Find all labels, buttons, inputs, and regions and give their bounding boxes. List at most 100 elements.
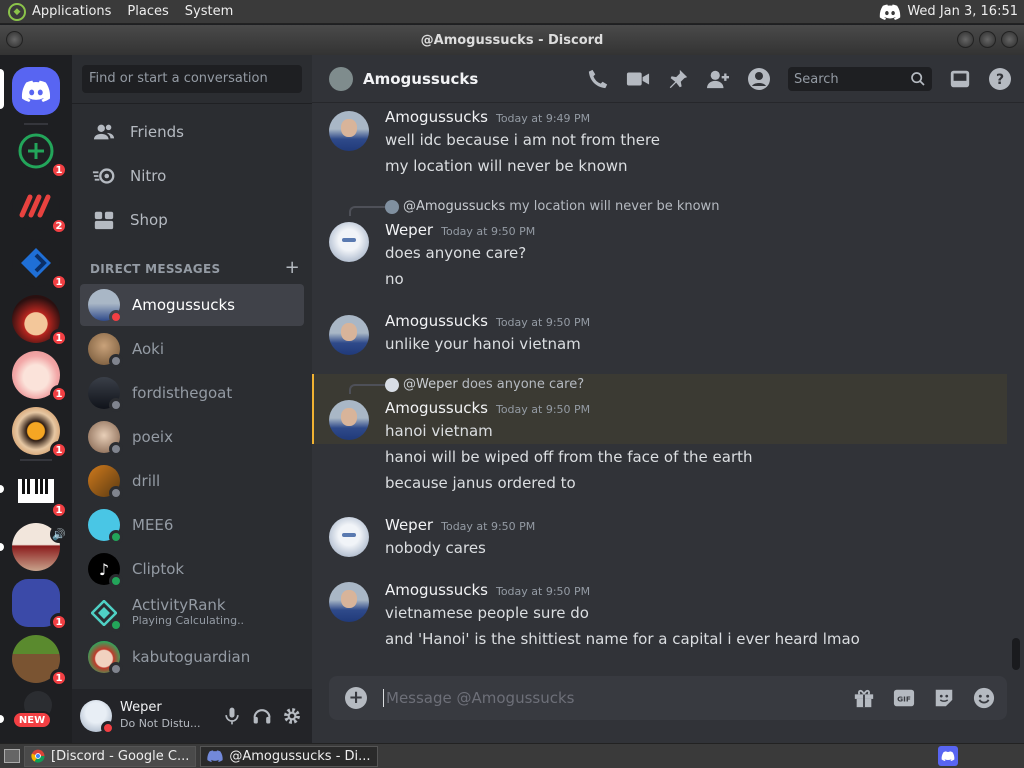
speaker-icon: 🔊	[50, 525, 68, 543]
dm-item[interactable]: drill	[80, 460, 304, 502]
server-item[interactable]: 1	[12, 407, 68, 459]
reply-preview[interactable]: @Weper does anyone care?	[385, 377, 584, 392]
dm-item[interactable]: Aoki	[80, 328, 304, 370]
dm-item[interactable]: ActivityRank Playing Calculating..	[80, 592, 304, 634]
message-author[interactable]: Weper Today at 9:50 PM	[385, 516, 535, 534]
reply-text: does anyone care?	[461, 377, 585, 392]
maximize-button[interactable]	[979, 31, 996, 48]
message-composer[interactable]: + Message @Amogussucks GIF	[329, 676, 1007, 720]
reply-text: my location will never be known	[509, 199, 720, 214]
svg-text:?: ?	[996, 72, 1004, 88]
avatar[interactable]	[329, 222, 369, 262]
avatar[interactable]	[329, 111, 369, 151]
help-icon[interactable]: ?	[988, 67, 1012, 91]
find-conversation-input[interactable]: Find or start a conversation	[82, 65, 302, 93]
dm-item[interactable]: fordisthegoat	[80, 372, 304, 414]
avatar[interactable]	[329, 582, 369, 622]
user-status: Do Not Distu...	[120, 717, 201, 730]
avatar[interactable]	[329, 517, 369, 557]
avatar	[88, 597, 123, 632]
search-icon	[911, 72, 925, 86]
discord-logo-icon	[21, 80, 51, 102]
reply-spine	[349, 384, 385, 394]
message-author[interactable]: Amogussucks Today at 9:50 PM	[385, 581, 590, 599]
settings-gear-icon[interactable]	[282, 706, 302, 726]
message-author[interactable]: Amogussucks Today at 9:50 PM	[385, 312, 590, 330]
online-status-icon	[109, 530, 123, 544]
server-item[interactable]: 1	[12, 239, 68, 291]
reply-preview[interactable]: @Amogussucks my location will never be k…	[385, 199, 719, 214]
offline-status-icon	[109, 442, 123, 456]
avatar	[88, 509, 123, 544]
dm-item[interactable]: Amogussucks	[80, 284, 304, 326]
server-item[interactable]: 1	[12, 467, 68, 519]
message-author[interactable]: Weper Today at 9:50 PM	[385, 221, 535, 239]
workspace-discord-icon[interactable]	[938, 746, 958, 766]
avatar	[88, 333, 123, 368]
server-item[interactable]: 2	[12, 183, 68, 235]
message-input[interactable]: Message @Amogussucks	[383, 689, 574, 707]
discord-tray-icon[interactable]	[879, 3, 901, 20]
message-text: well idc because i am not from there	[385, 131, 661, 149]
dm-item[interactable]: poeix	[80, 416, 304, 458]
new-badge[interactable]: NEW	[12, 711, 52, 729]
server-item[interactable]: 1	[12, 127, 68, 179]
server-item[interactable]: 1	[12, 635, 68, 687]
menu-system[interactable]: System	[185, 4, 233, 19]
dm-name: ActivityRank	[132, 596, 226, 614]
inbox-icon[interactable]	[949, 68, 971, 90]
message-author[interactable]: Amogussucks Today at 9:50 PM	[385, 399, 590, 417]
taskbar-task[interactable]: @Amogussucks - Di...	[200, 745, 378, 767]
gif-icon[interactable]: GIF	[893, 687, 915, 709]
nav-friends[interactable]: Friends	[80, 111, 304, 153]
avatar[interactable]	[329, 315, 369, 355]
offline-status-icon	[109, 354, 123, 368]
avatar	[88, 289, 123, 324]
message-text: vietnamese people sure do	[385, 604, 589, 622]
scrollbar[interactable]	[1012, 638, 1020, 670]
minimize-button[interactable]	[957, 31, 974, 48]
clock[interactable]: Wed Jan 3, 16:51	[907, 4, 1018, 19]
add-friend-icon[interactable]	[706, 68, 730, 90]
dm-item[interactable]: kabutoguardian	[80, 636, 304, 678]
emoji-icon[interactable]	[973, 687, 995, 709]
taskbar-task[interactable]: [Discord - Google C...	[24, 745, 197, 767]
unread-indicator	[0, 715, 4, 723]
message-text: my location will never be known	[385, 157, 628, 175]
microphone-icon[interactable]	[222, 706, 242, 726]
close-button[interactable]	[1001, 31, 1018, 48]
server-item[interactable]: 1	[12, 351, 68, 403]
headphones-icon[interactable]	[252, 706, 272, 726]
video-call-icon[interactable]	[626, 68, 650, 90]
menu-applications[interactable]: Applications	[32, 4, 111, 19]
user-profile-icon[interactable]	[747, 67, 771, 91]
server-item[interactable]: 1	[12, 295, 68, 347]
create-dm-button[interactable]: +	[285, 259, 300, 277]
menu-places[interactable]: Places	[127, 4, 168, 19]
mint-menu-icon[interactable]: ◆	[8, 2, 26, 21]
avatar[interactable]	[329, 66, 353, 91]
voice-call-icon[interactable]	[587, 68, 609, 90]
dm-item[interactable]: MEE6	[80, 504, 304, 546]
nav-shop[interactable]: Shop	[80, 199, 304, 241]
avatar[interactable]	[329, 400, 369, 440]
upload-plus-icon[interactable]: +	[345, 687, 367, 709]
dm-name: Cliptok	[132, 560, 185, 578]
show-desktop-icon[interactable]	[4, 749, 20, 763]
gift-icon[interactable]	[853, 687, 875, 709]
message-author[interactable]: Amogussucks Today at 9:49 PM	[385, 108, 590, 126]
server-folder[interactable]: 1	[12, 579, 68, 631]
nav-nitro[interactable]: Nitro	[80, 155, 304, 197]
task-label: [Discord - Google C...	[51, 748, 190, 764]
window-menu-button[interactable]	[6, 31, 23, 48]
avatar: ♪	[88, 553, 123, 588]
window-titlebar[interactable]: @Amogussucks - Discord	[0, 25, 1024, 55]
pinned-messages-icon[interactable]	[667, 68, 689, 90]
server-item[interactable]: 🔊	[12, 523, 68, 575]
home-button[interactable]	[12, 67, 60, 115]
sticker-icon[interactable]	[933, 687, 955, 709]
search-input[interactable]: Search	[788, 67, 932, 91]
avatar[interactable]	[80, 700, 115, 735]
dm-item[interactable]: ♪ Cliptok	[80, 548, 304, 590]
piano-icon	[18, 479, 54, 503]
